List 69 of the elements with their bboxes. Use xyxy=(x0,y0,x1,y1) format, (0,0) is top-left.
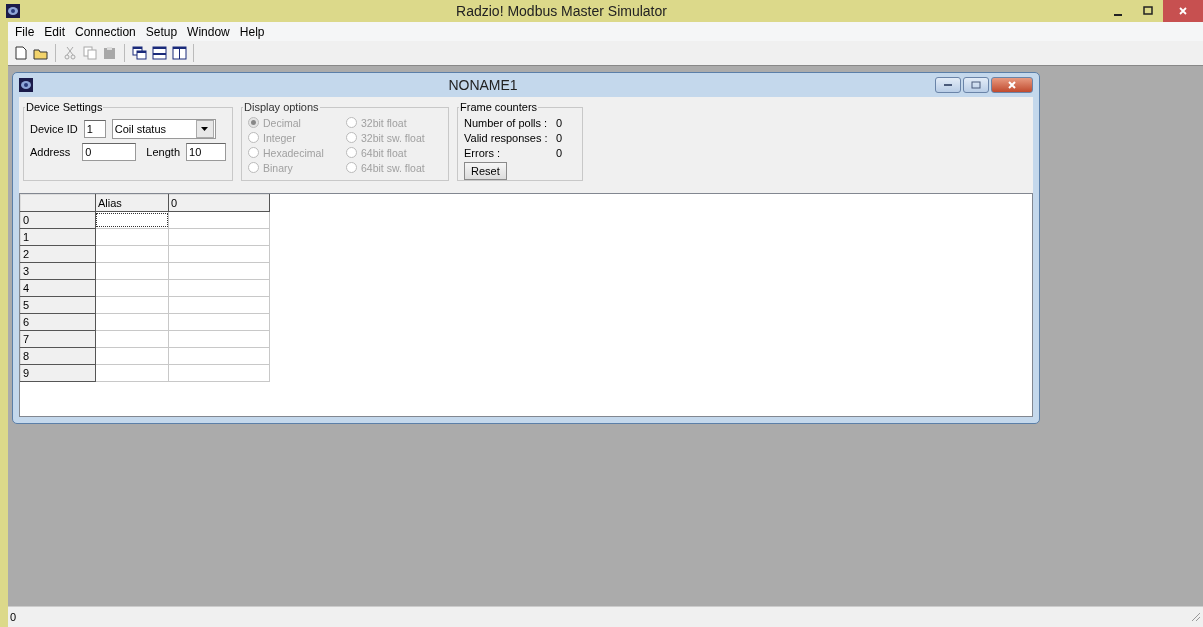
folder-icon[interactable] xyxy=(33,46,49,60)
table-cell[interactable] xyxy=(168,211,270,229)
minimize-icon xyxy=(1114,14,1122,16)
close-button[interactable] xyxy=(991,77,1033,93)
document-icon xyxy=(19,78,33,92)
close-button[interactable] xyxy=(1163,0,1203,22)
field-label: Length xyxy=(146,146,180,158)
minimize-button[interactable] xyxy=(935,77,961,93)
menu-item[interactable]: Help xyxy=(234,24,270,39)
table-cell[interactable] xyxy=(168,330,270,348)
tile-vertical-icon[interactable] xyxy=(171,46,187,60)
table-cell[interactable] xyxy=(95,262,169,280)
column-header[interactable]: Alias xyxy=(95,194,169,212)
tile-horizontal-icon[interactable] xyxy=(151,46,167,60)
device-id-field[interactable]: 1 xyxy=(83,120,106,138)
copy-icon xyxy=(83,46,97,60)
window-title: Radzio! Modbus Master Simulator xyxy=(455,3,668,19)
table-cell[interactable] xyxy=(95,228,169,246)
menu-item[interactable]: File xyxy=(10,24,40,39)
reset-button[interactable]: Reset xyxy=(464,162,507,180)
field-label: Address xyxy=(30,146,71,158)
table-cell[interactable] xyxy=(168,296,270,314)
counter-value: 0 xyxy=(556,131,564,144)
menu-item[interactable]: Connection xyxy=(70,24,141,39)
table-cell[interactable] xyxy=(168,364,270,382)
table-cell[interactable] xyxy=(95,364,169,382)
table-cell[interactable] xyxy=(95,296,169,314)
counter-label: Number of polls : xyxy=(464,116,549,129)
status-text: 0 xyxy=(10,611,17,623)
close-icon xyxy=(1007,80,1017,90)
maximize-icon xyxy=(1143,6,1153,16)
menu-item[interactable]: Window xyxy=(182,24,235,39)
table-cell[interactable] xyxy=(168,228,270,246)
table-cell[interactable] xyxy=(95,279,169,297)
table-cell[interactable] xyxy=(95,245,169,263)
column-header[interactable]: 0 xyxy=(168,194,270,212)
field-label: Device ID xyxy=(30,123,78,135)
length-field[interactable]: 10 xyxy=(186,143,226,161)
menu-item[interactable]: Setup xyxy=(140,24,183,39)
counter-value: 0 xyxy=(556,116,564,129)
table-cell[interactable] xyxy=(168,262,270,280)
cascade-windows-icon[interactable] xyxy=(131,46,147,60)
resize-grip-icon[interactable] xyxy=(1191,612,1201,622)
close-icon xyxy=(1178,6,1188,16)
maximize-icon xyxy=(971,81,981,89)
table-cell[interactable] xyxy=(168,347,270,365)
clipboard-icon xyxy=(103,46,117,60)
table-cell[interactable] xyxy=(95,211,169,229)
group-title: Frame counters xyxy=(459,101,539,113)
maximize-button[interactable] xyxy=(963,77,989,93)
table-cell[interactable] xyxy=(95,313,169,331)
table-cell[interactable] xyxy=(168,245,270,263)
new-file-icon[interactable] xyxy=(15,46,27,60)
scissors-icon xyxy=(64,46,76,60)
app-icon xyxy=(6,4,20,18)
table-cell[interactable] xyxy=(95,330,169,348)
table-cell[interactable] xyxy=(168,279,270,297)
table-cell[interactable] xyxy=(95,347,169,365)
group-title: Display options xyxy=(243,101,320,113)
group-title: Device Settings xyxy=(25,101,104,113)
counter-label: Errors : xyxy=(464,146,502,159)
counter-label: Valid responses : xyxy=(464,131,549,144)
menu-item[interactable]: Edit xyxy=(39,24,71,39)
table-cell[interactable] xyxy=(168,313,270,331)
address-field[interactable]: 0 xyxy=(82,143,137,161)
child-window-title: NONAME1 xyxy=(447,77,519,93)
dropdown-arrow-icon xyxy=(201,127,209,131)
counter-value: 0 xyxy=(556,146,564,159)
function-dropdown[interactable]: Coil status xyxy=(111,119,216,139)
